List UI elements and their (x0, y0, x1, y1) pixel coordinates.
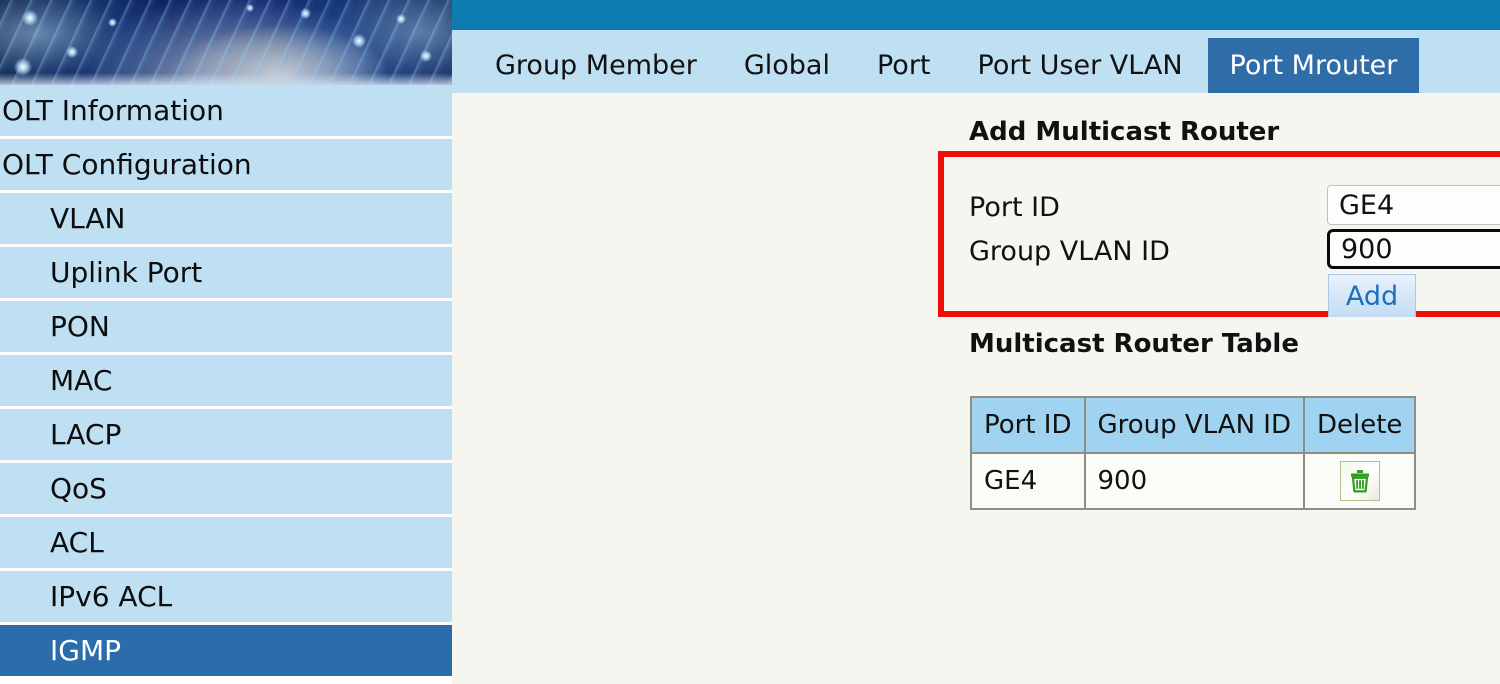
banner-sparkle (352, 34, 366, 48)
group-vlan-id-value: 900 (1341, 233, 1393, 265)
sidebar-item-label: ACL (50, 526, 104, 559)
tab-list: Group Member Global Port Port User VLAN Port… (473, 38, 1420, 93)
tab-port-user-vlan[interactable]: Port User VLAN (955, 38, 1205, 93)
banner-sparkle (108, 18, 117, 27)
column-header-group-vlan-id: Group VLAN ID (1083, 396, 1305, 454)
sidebar-item-label: OLT Information (2, 94, 224, 127)
table-row: GE4 900 (970, 452, 1417, 510)
tab-global[interactable]: Global (721, 38, 852, 93)
sidebar-item-igmp[interactable]: IGMP (0, 625, 452, 679)
sidebar-item-label: IGMP (50, 634, 121, 667)
tab-label: Global (743, 50, 830, 81)
cell-port-id: GE4 (970, 452, 1086, 510)
tab-port[interactable]: Port (854, 38, 953, 93)
add-multicast-router-title: Add Multicast Router (969, 117, 1280, 147)
sidebar-item-label: QoS (50, 472, 107, 505)
main-content: Group Member Global Port Port User VLAN Port… (452, 0, 1500, 684)
sidebar-item-pon[interactable]: PON (0, 301, 452, 355)
sidebar-item-label: VLAN (50, 202, 126, 235)
port-id-select[interactable]: GE4 (1327, 185, 1500, 225)
banner-bottom-fade (0, 73, 452, 85)
banner-sparkle (22, 10, 38, 26)
sidebar-item-qos[interactable]: QoS (0, 463, 452, 517)
banner-sparkle (300, 8, 311, 19)
tab-port-mrouter[interactable]: Port Mrouter (1207, 38, 1420, 93)
sidebar-item-lacp[interactable]: LACP (0, 409, 452, 463)
olt-web-ui: OLT Information OLT Configuration VLAN Upli… (0, 0, 1500, 684)
sidebar-item-ipv6-acl[interactable]: IPv6 ACL (0, 571, 452, 625)
globe-network-banner (0, 0, 452, 85)
banner-sparkle (246, 4, 254, 12)
port-id-value: GE4 (1339, 189, 1395, 221)
sidebar-item-label: OLT Configuration (2, 148, 252, 181)
sidebar-item-label: PON (50, 310, 110, 343)
sidebar-item-label: MAC (50, 364, 113, 397)
tab-group-member[interactable]: Group Member (473, 38, 719, 93)
tab-strip: Group Member Global Port Port User VLAN Port… (452, 30, 1500, 93)
multicast-router-table: Port ID Group VLAN ID Delete GE4 900 (970, 396, 1417, 510)
tab-label: Port User VLAN (977, 50, 1183, 81)
table-body: GE4 900 (970, 452, 1417, 510)
tab-label: Port Mrouter (1229, 50, 1398, 81)
column-header-port-id: Port ID (970, 396, 1086, 454)
sidebar-item-olt-configuration[interactable]: OLT Configuration (0, 139, 452, 193)
sidebar-item-label: LACP (50, 418, 122, 451)
sidebar-item-label: IPv6 ACL (50, 580, 173, 613)
sidebar-item-acl[interactable]: ACL (0, 517, 452, 571)
sidebar-nav: OLT Information OLT Configuration VLAN Upli… (0, 85, 452, 679)
port-id-label: Port ID (969, 192, 1060, 223)
cell-delete (1302, 452, 1417, 510)
banner-sparkle (396, 14, 406, 24)
multicast-router-table-title: Multicast Router Table (969, 329, 1299, 359)
cell-group-vlan-id: 900 (1083, 452, 1305, 510)
group-vlan-id-select[interactable]: 900 (1327, 229, 1500, 269)
banner-sparkle (420, 50, 432, 62)
sidebar-item-uplink-port[interactable]: Uplink Port (0, 247, 452, 301)
trash-icon[interactable] (1339, 461, 1380, 501)
table-header-row: Port ID Group VLAN ID Delete (970, 396, 1417, 454)
group-vlan-id-label: Group VLAN ID (969, 236, 1170, 267)
banner-sparkle (66, 46, 78, 58)
sidebar-item-label: Uplink Port (50, 256, 203, 289)
sidebar-item-mac[interactable]: MAC (0, 355, 452, 409)
column-header-delete: Delete (1302, 396, 1417, 454)
add-button[interactable]: Add (1328, 274, 1416, 317)
sidebar: OLT Information OLT Configuration VLAN Upli… (0, 0, 452, 684)
tab-label: Group Member (495, 50, 697, 81)
sidebar-item-vlan[interactable]: VLAN (0, 193, 452, 247)
top-bar (452, 0, 1500, 30)
sidebar-item-olt-information[interactable]: OLT Information (0, 85, 452, 139)
tab-label: Port (876, 50, 931, 81)
